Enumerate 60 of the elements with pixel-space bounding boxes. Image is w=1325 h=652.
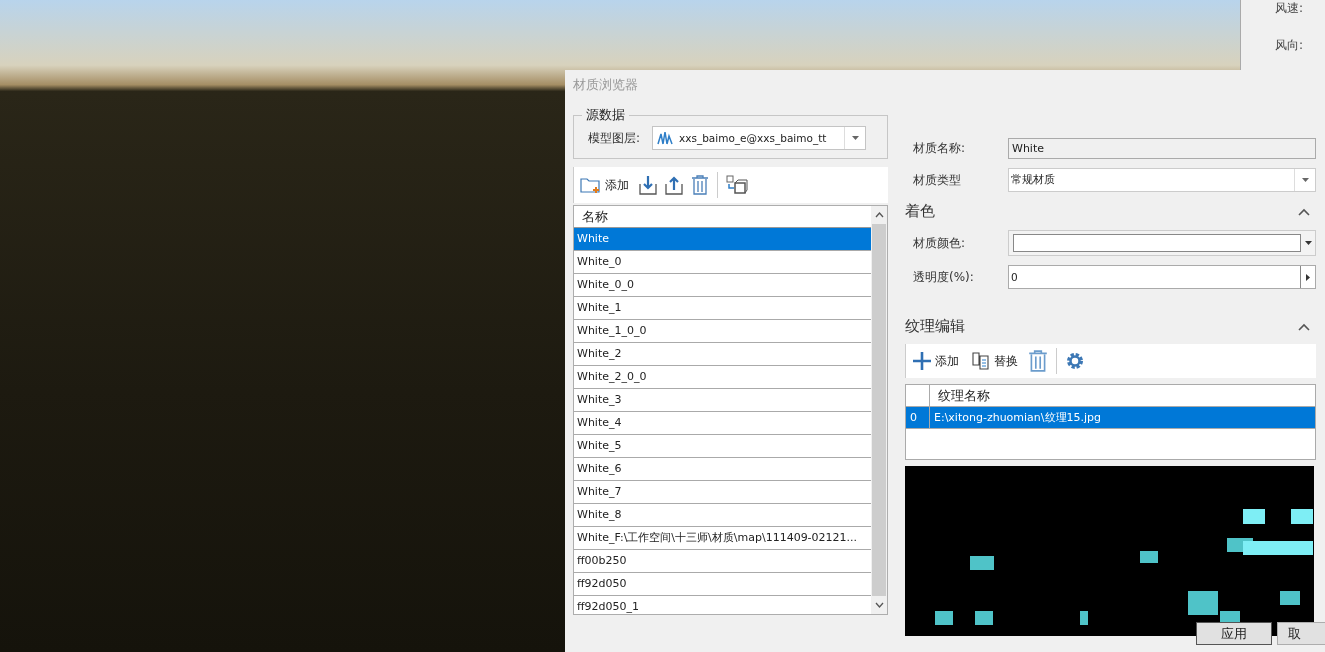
- material-row[interactable]: White: [574, 228, 871, 251]
- material-row[interactable]: White_0_0: [574, 274, 871, 297]
- material-row[interactable]: White_1: [574, 297, 871, 320]
- material-row[interactable]: White_6: [574, 458, 871, 481]
- add-button[interactable]: 添加: [578, 176, 631, 194]
- document-icon: [971, 351, 991, 371]
- material-row[interactable]: White_8: [574, 504, 871, 527]
- material-row[interactable]: White_3: [574, 389, 871, 412]
- layer-dropdown[interactable]: xxs_baimo_e@xxs_baimo_tt: [652, 126, 867, 150]
- scroll-up-icon[interactable]: [874, 212, 884, 218]
- material-row[interactable]: White_1_0_0: [574, 320, 871, 343]
- panel-label: 风向:: [1275, 37, 1305, 54]
- delete-icon[interactable]: [1028, 350, 1048, 372]
- chevron-icon[interactable]: [1298, 322, 1310, 331]
- add-button[interactable]: 添加: [910, 351, 961, 371]
- type-dropdown[interactable]: 常规材质: [1008, 168, 1316, 192]
- material-row[interactable]: White_F:\工作空间\十三师\材质\map\111409-02121...: [574, 527, 871, 550]
- dialog-button[interactable]: 应用: [1196, 622, 1272, 645]
- window-title: 材质浏览器: [573, 76, 639, 94]
- import-icon[interactable]: [639, 175, 657, 195]
- field-label: 透明度(%):: [913, 268, 975, 286]
- delete-icon[interactable]: [691, 175, 709, 195]
- material-row[interactable]: White_4: [574, 412, 871, 435]
- chevron-icon[interactable]: [1298, 207, 1310, 216]
- material-row[interactable]: White_2: [574, 343, 871, 366]
- texture-path: E:\xitong-zhuomian\纹理15.jpg: [933, 410, 1102, 426]
- section-title: 纹理编辑: [905, 317, 965, 336]
- material-row[interactable]: White_2_0_0: [574, 366, 871, 389]
- material-row[interactable]: White_0: [574, 251, 871, 274]
- plus-icon: [912, 351, 932, 371]
- caret-icon: [1301, 178, 1309, 182]
- layer-icon: [657, 131, 674, 145]
- name-field[interactable]: White: [1008, 138, 1316, 159]
- caret-icon: [851, 136, 859, 140]
- settings-icon[interactable]: [1065, 351, 1085, 371]
- section-title: 着色: [905, 202, 935, 221]
- material-row[interactable]: White_7: [574, 481, 871, 504]
- panel-label: 风速:: [1275, 0, 1305, 17]
- field-label: 模型图层:: [588, 129, 641, 147]
- transparency-field[interactable]: 0: [1008, 265, 1316, 289]
- scrollbar[interactable]: [871, 206, 887, 614]
- caret-icon: [1304, 241, 1312, 245]
- group-title: 源数据: [585, 106, 626, 124]
- export-icon[interactable]: [665, 175, 683, 195]
- dialog-button[interactable]: 取: [1277, 622, 1325, 645]
- color-picker[interactable]: [1008, 230, 1316, 256]
- caret-icon: [1306, 273, 1310, 281]
- material-row[interactable]: White_5: [574, 435, 871, 458]
- field-label: 材质类型: [913, 171, 962, 189]
- column-header: 纹理名称: [937, 387, 990, 405]
- row-index: 0: [906, 407, 930, 428]
- scroll-down-icon[interactable]: [874, 602, 884, 608]
- material-row[interactable]: ff00b250: [574, 550, 871, 573]
- folder-icon: [580, 176, 602, 194]
- replace-button[interactable]: 替换: [969, 351, 1020, 371]
- copy-icon[interactable]: [726, 175, 748, 195]
- field-label: 材质名称:: [913, 140, 967, 157]
- texture-row[interactable]: 0 E:\xitong-zhuomian\纹理15.jpg: [906, 407, 1315, 429]
- field-label: 材质颜色:: [913, 234, 967, 252]
- material-row[interactable]: ff92d050: [574, 573, 871, 596]
